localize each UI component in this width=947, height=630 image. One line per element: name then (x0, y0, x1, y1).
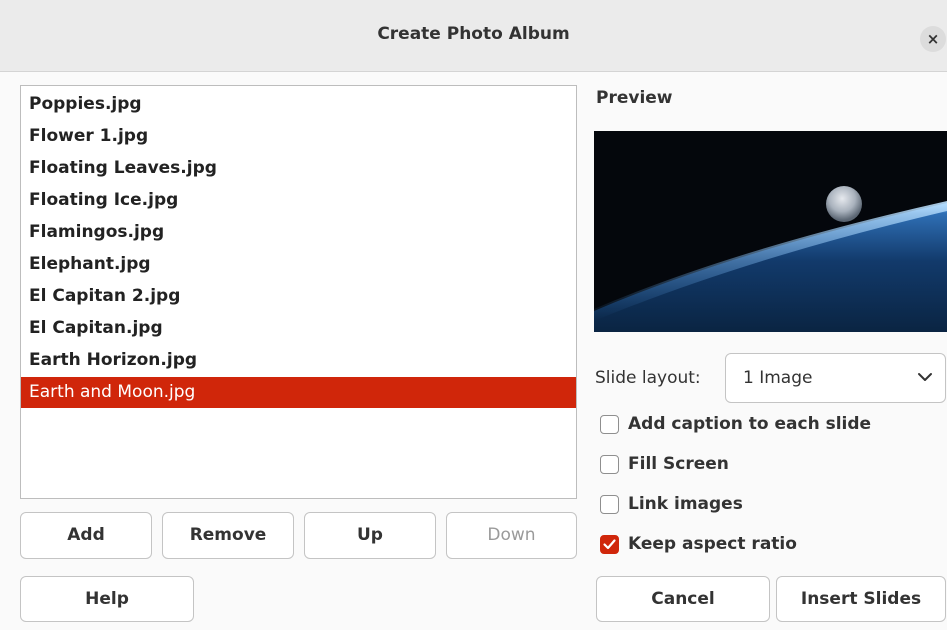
list-item[interactable]: Flamingos.jpg (21, 217, 576, 248)
link-images-label: Link images (628, 494, 743, 514)
slide-layout-label: Slide layout: (595, 368, 701, 388)
link-images-checkbox[interactable] (600, 495, 619, 514)
cancel-button[interactable]: Cancel (596, 576, 770, 622)
fill-screen-label: Fill Screen (628, 454, 729, 474)
list-item[interactable]: Floating Leaves.jpg (21, 153, 576, 184)
list-item[interactable]: El Capitan 2.jpg (21, 281, 576, 312)
slide-layout-value: 1 Image (743, 368, 813, 388)
list-item-selected[interactable]: Earth and Moon.jpg (21, 377, 576, 408)
fill-screen-checkbox[interactable] (600, 455, 619, 474)
list-item[interactable]: Floating Ice.jpg (21, 185, 576, 216)
list-item[interactable]: El Capitan.jpg (21, 313, 576, 344)
keep-aspect-label: Keep aspect ratio (628, 534, 797, 554)
dialog-title: Create Photo Album (377, 24, 570, 44)
keep-aspect-checkbox[interactable] (600, 535, 619, 554)
add-caption-checkbox[interactable] (600, 415, 619, 434)
list-item[interactable]: Poppies.jpg (21, 89, 576, 120)
close-button[interactable]: × (920, 26, 946, 52)
chevron-down-icon (918, 373, 932, 381)
title-bar: Create Photo Album × (0, 0, 947, 72)
preview-image (594, 131, 947, 332)
up-button[interactable]: Up (304, 512, 436, 559)
add-caption-label: Add caption to each slide (628, 414, 872, 434)
close-icon: × (926, 30, 940, 48)
remove-button[interactable]: Remove (162, 512, 294, 559)
preview-label: Preview (596, 88, 673, 108)
earth-moon-picture (594, 131, 947, 332)
add-button[interactable]: Add (20, 512, 152, 559)
list-item[interactable]: Elephant.jpg (21, 249, 576, 280)
image-file-list[interactable]: Poppies.jpg Flower 1.jpg Floating Leaves… (20, 85, 577, 499)
checkmark-icon (603, 539, 616, 550)
list-item[interactable]: Earth Horizon.jpg (21, 345, 576, 376)
insert-slides-button[interactable]: Insert Slides (776, 576, 946, 622)
down-button[interactable]: Down (446, 512, 577, 559)
list-item[interactable]: Flower 1.jpg (21, 121, 576, 152)
help-button[interactable]: Help (20, 576, 194, 622)
slide-layout-dropdown[interactable]: 1 Image (725, 353, 946, 403)
